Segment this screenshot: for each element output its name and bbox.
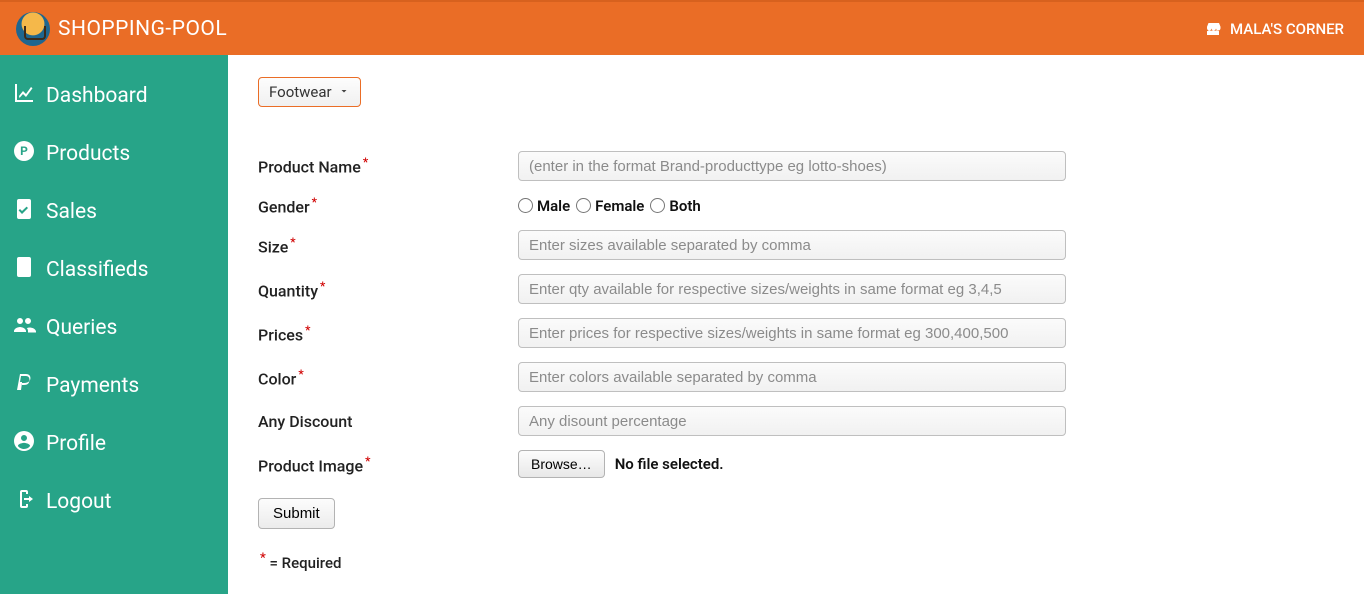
discount-input[interactable] [518, 406, 1066, 436]
required-note: * = Required [258, 551, 1334, 572]
gender-radio-group: Male Female Both [518, 197, 1066, 215]
svg-text:P: P [20, 144, 28, 158]
sidebar-item-payments[interactable]: Payments [0, 357, 228, 415]
brand[interactable]: SHOPPING-POOL [16, 12, 227, 46]
paypal-icon [12, 371, 36, 401]
sidebar: Dashboard P Products Sales Classifieds Q… [0, 55, 228, 594]
color-input[interactable] [518, 362, 1066, 392]
quantity-label: Quantity* [258, 279, 518, 300]
discount-label: Any Discount [258, 412, 518, 431]
product-image-label: Product Image* [258, 454, 518, 475]
sidebar-item-label: Products [46, 142, 130, 166]
sidebar-item-classifieds[interactable]: Classifieds [0, 241, 228, 299]
sidebar-item-profile[interactable]: Profile [0, 415, 228, 473]
store-icon [1204, 20, 1222, 38]
sidebar-item-label: Queries [46, 316, 117, 340]
gender-male-label: Male [537, 197, 570, 215]
gender-female-radio[interactable] [576, 198, 591, 213]
color-label: Color* [258, 367, 518, 388]
brand-name: SHOPPING-POOL [58, 17, 227, 41]
quantity-input[interactable] [518, 274, 1066, 304]
user-circle-icon [12, 429, 36, 459]
logout-icon [12, 487, 36, 517]
store-link[interactable]: MALA'S CORNER [1204, 20, 1348, 38]
product-icon: P [12, 139, 36, 169]
sidebar-item-label: Classifieds [46, 258, 148, 282]
chart-line-icon [12, 81, 36, 111]
gender-male-radio[interactable] [518, 198, 533, 213]
product-name-label: Product Name* [258, 155, 518, 176]
gender-both-label: Both [669, 197, 700, 215]
sidebar-item-logout[interactable]: Logout [0, 473, 228, 531]
product-name-input[interactable] [518, 151, 1066, 181]
gender-label: Gender* [258, 195, 518, 216]
brand-logo-icon [16, 12, 50, 46]
sidebar-item-label: Logout [46, 490, 112, 514]
submit-button[interactable]: Submit [258, 498, 335, 529]
category-selected: Footwear [269, 83, 332, 101]
store-name: MALA'S CORNER [1230, 20, 1344, 38]
sidebar-item-queries[interactable]: Queries [0, 299, 228, 357]
sidebar-item-products[interactable]: P Products [0, 125, 228, 183]
clipboard-list-icon [12, 255, 36, 285]
sidebar-item-label: Dashboard [46, 84, 148, 108]
browse-button[interactable]: Browse… [518, 450, 605, 478]
gender-female-label: Female [595, 197, 644, 215]
sidebar-item-label: Payments [46, 374, 139, 398]
prices-label: Prices* [258, 323, 518, 344]
no-file-text: No file selected. [615, 455, 724, 473]
sidebar-item-label: Sales [46, 200, 97, 224]
clipboard-check-icon [12, 197, 36, 227]
prices-input[interactable] [518, 318, 1066, 348]
header-bar: SHOPPING-POOL MALA'S CORNER [0, 0, 1364, 55]
gender-both-radio[interactable] [650, 198, 665, 213]
size-input[interactable] [518, 230, 1066, 260]
users-icon [12, 313, 36, 343]
size-label: Size* [258, 235, 518, 256]
sidebar-item-label: Profile [46, 432, 106, 456]
category-select[interactable]: Footwear [258, 77, 361, 107]
sidebar-item-dashboard[interactable]: Dashboard [0, 67, 228, 125]
sidebar-item-sales[interactable]: Sales [0, 183, 228, 241]
main-content: Footwear Product Name* Gender* Male Fema… [228, 55, 1364, 594]
chevron-down-icon [338, 83, 350, 101]
